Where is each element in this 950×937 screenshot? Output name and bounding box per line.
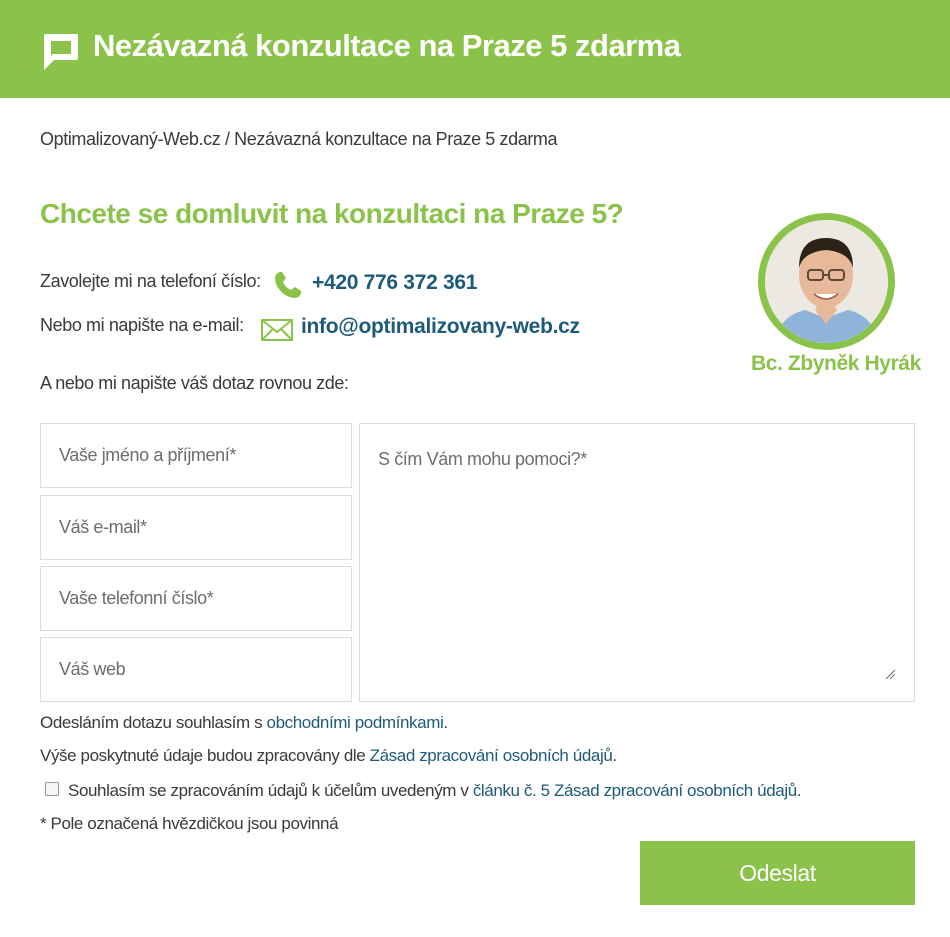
main-heading: Chcete se domluvit na konzultaci na Praz… — [40, 198, 624, 229]
privacy-note-text: Výše poskytnuté údaje budou zpracovány d… — [40, 746, 370, 765]
email-row: Nebo mi napište na e-mail: info@optimali… — [40, 315, 580, 341]
phone-link[interactable]: +420 776 372 361 — [312, 271, 477, 295]
terms-note-end: . — [443, 713, 448, 732]
chat-bubble-icon — [44, 34, 78, 70]
privacy-note-end: . — [612, 746, 617, 765]
submit-button[interactable]: Odeslat — [640, 841, 915, 905]
name-input[interactable] — [40, 423, 352, 488]
consent-checkbox-label[interactable]: Souhlasím se zpracováním údajů k účelům … — [68, 781, 802, 801]
web-input[interactable] — [40, 637, 352, 702]
phone-input[interactable] — [40, 566, 352, 631]
message-textarea[interactable] — [359, 423, 915, 702]
page-title: Nezávazná konzultace na Praze 5 zdarma — [93, 28, 681, 63]
email-label: Nebo mi napište na e-mail: — [40, 315, 244, 335]
privacy-note: Výše poskytnuté údaje budou zpracovány d… — [40, 746, 617, 766]
envelope-icon — [261, 319, 293, 341]
profile-name: Bc. Zbyněk Hyrák — [751, 352, 921, 375]
phone-label: Zavolejte mi na telefoní číslo: — [40, 271, 261, 291]
breadcrumb-separator: / — [224, 129, 230, 149]
form-intro: A nebo mi napište váš dotaz rovnou zde: — [40, 373, 349, 393]
terms-link[interactable]: obchodními podmínkami — [267, 713, 444, 732]
person-portrait-icon — [765, 220, 888, 343]
avatar — [758, 213, 895, 350]
breadcrumb: Optimalizovaný-Web.cz / Nezávazná konzul… — [40, 129, 558, 150]
terms-note: Odesláním dotazu souhlasím s obchodními … — [40, 713, 448, 733]
required-note: * Pole označená hvězdičkou jsou povinná — [40, 814, 339, 833]
article-link[interactable]: článku č. 5 Zásad zpracování osobních úd… — [473, 781, 797, 800]
consent-text: Souhlasím se zpracováním údajů k účelům … — [68, 781, 473, 800]
page-header: Nezávazná konzultace na Praze 5 zdarma — [0, 0, 950, 98]
email-link[interactable]: info@optimalizovany-web.cz — [301, 315, 580, 339]
breadcrumb-home-link[interactable]: Optimalizovaný-Web.cz — [40, 129, 221, 149]
consent-text-end: . — [796, 781, 802, 800]
email-input[interactable] — [40, 495, 352, 560]
avatar-photo — [765, 220, 888, 343]
breadcrumb-current: Nezávazná konzultace na Praze 5 zdarma — [234, 129, 558, 149]
phone-icon — [275, 272, 301, 298]
phone-row: Zavolejte mi na telefoní číslo: +420 776… — [40, 271, 477, 298]
consent-checkbox[interactable] — [45, 782, 59, 796]
privacy-link[interactable]: Zásad zpracování osobních údajů — [370, 746, 613, 765]
resize-grip-icon[interactable] — [884, 668, 896, 680]
terms-note-text: Odesláním dotazu souhlasím s — [40, 713, 267, 732]
